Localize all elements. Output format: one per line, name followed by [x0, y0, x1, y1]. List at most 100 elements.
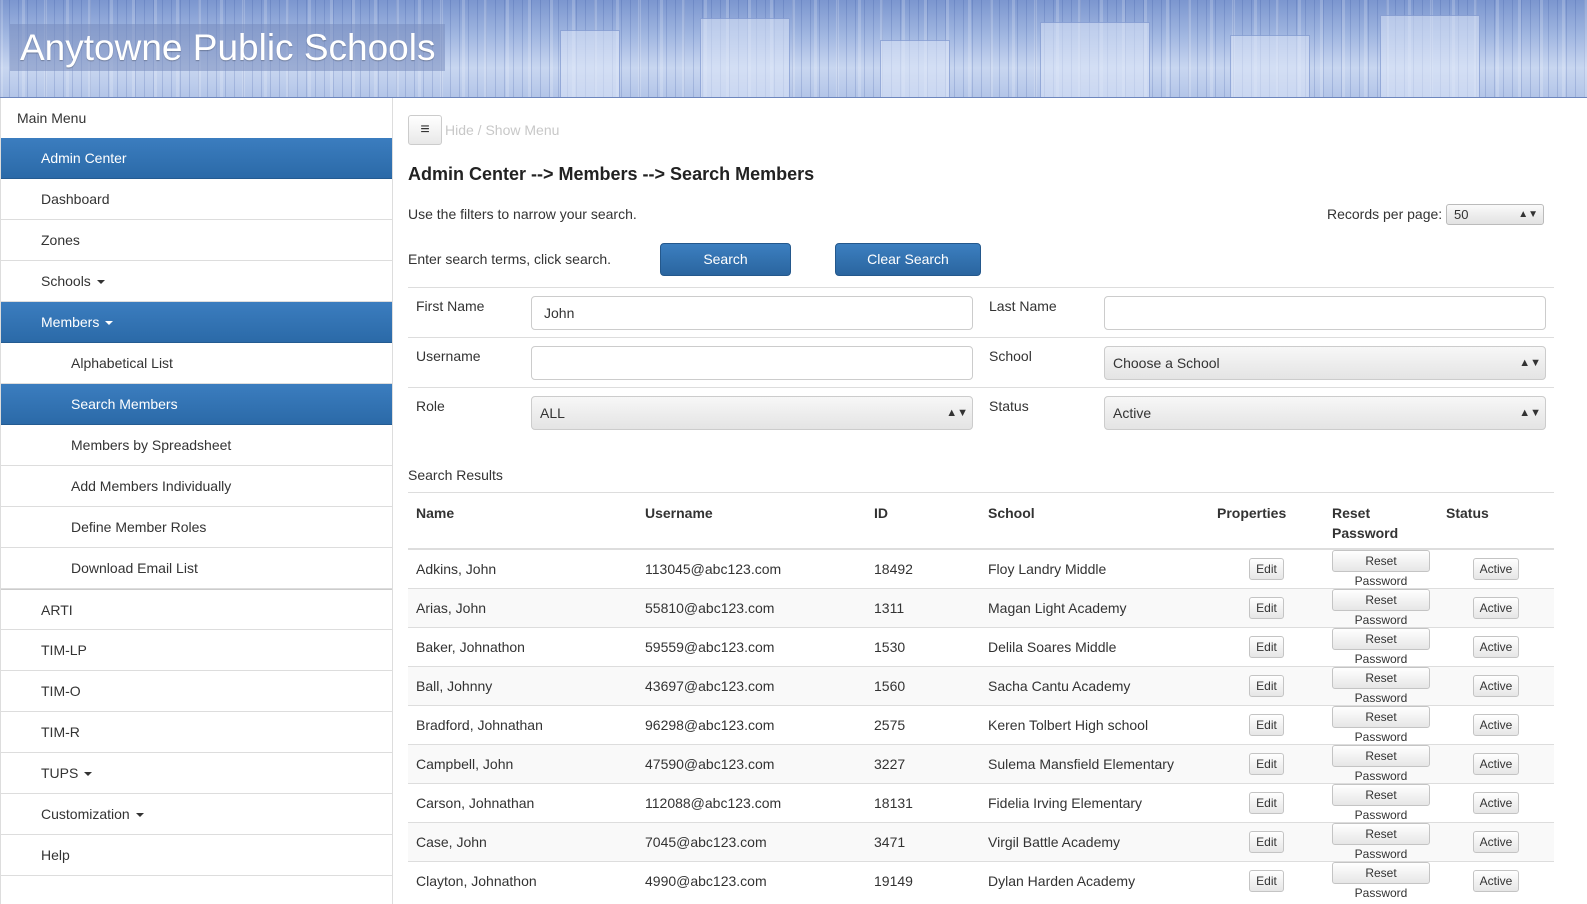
- filter-row: Role ALL ▲▼ Status Active ▲▼: [408, 388, 1554, 438]
- school-select[interactable]: Choose a School ▲▼: [1104, 346, 1546, 380]
- records-per-page-select[interactable]: 50 ▲▼: [1446, 204, 1544, 225]
- edit-button-cell: Edit: [1209, 548, 1324, 588]
- sidebar-item-schools[interactable]: Schools: [1, 261, 392, 302]
- caret-down-icon: [96, 280, 105, 285]
- reset-password-button[interactable]: Reset Password: [1332, 783, 1430, 822]
- sidebar-item-members[interactable]: Members: [1, 302, 392, 343]
- caret-down-icon: [84, 772, 93, 777]
- sidebar-item-search-members[interactable]: Search Members: [1, 384, 392, 425]
- member-name-cell: Carson, Johnathan: [408, 782, 637, 822]
- reset-password-button[interactable]: Reset Password: [1332, 549, 1430, 588]
- member-id: 2575: [874, 716, 906, 733]
- member-username-cell: 7045@abc123.com: [637, 821, 866, 861]
- reset-password-button[interactable]: Reset Password: [1332, 666, 1430, 705]
- sidebar-item-admin-center[interactable]: Admin Center: [1, 138, 392, 179]
- member-username-cell: 112088@abc123.com: [637, 782, 866, 822]
- first-name-input[interactable]: John: [531, 296, 973, 330]
- sidebar-item-arti[interactable]: ARTI: [1, 589, 392, 630]
- reset-password-button[interactable]: Reset Password: [1332, 822, 1430, 861]
- column-header-school[interactable]: School: [980, 492, 1209, 550]
- sidebar-item-label: TUPS: [41, 765, 79, 781]
- edit-button[interactable]: Edit: [1249, 635, 1284, 658]
- reset-password-button[interactable]: Reset Password: [1332, 705, 1430, 744]
- username-label: Username: [416, 348, 481, 364]
- filter-row: First Name John Last Name: [408, 288, 1554, 338]
- sidebar-item-members-by-spreadsheet[interactable]: Members by Spreadsheet: [1, 425, 392, 466]
- member-name-cell: Baker, Johnathon: [408, 626, 637, 666]
- member-school-cell: Virgil Battle Academy: [980, 821, 1209, 861]
- column-header-status[interactable]: Status: [1438, 492, 1554, 550]
- role-select[interactable]: ALL ▲▼: [531, 396, 973, 430]
- sidebar-item-define-member-roles[interactable]: Define Member Roles: [1, 507, 392, 548]
- reset-password-button[interactable]: Reset Password: [1332, 588, 1430, 627]
- member-name: Baker, Johnathon: [416, 638, 525, 655]
- username-input[interactable]: [531, 346, 973, 380]
- sidebar-item-alphabetical-list[interactable]: Alphabetical List: [1, 343, 392, 384]
- status-button[interactable]: Active: [1472, 713, 1520, 736]
- filter-instructions: Use the filters to narrow your search.: [408, 206, 637, 222]
- status-button[interactable]: Active: [1472, 596, 1520, 619]
- status-button-cell: Active: [1438, 782, 1554, 822]
- member-name: Campbell, John: [416, 755, 514, 772]
- edit-button[interactable]: Edit: [1249, 557, 1284, 580]
- reset-password-button[interactable]: Reset Password: [1332, 861, 1430, 900]
- clear-search-terms-button[interactable]: Clear Search Terms: [835, 243, 981, 298]
- status-button[interactable]: Active: [1472, 557, 1520, 580]
- status-button[interactable]: Active: [1472, 830, 1520, 853]
- member-id-cell: 1560: [866, 665, 980, 705]
- column-header-username[interactable]: Username: [637, 492, 866, 550]
- table-row: Case, John 7045@abc123.com 3471 Virgil Batt…: [408, 821, 1554, 861]
- edit-button[interactable]: Edit: [1249, 674, 1284, 697]
- menu-toggle-label[interactable]: Hide / Show Menu: [445, 122, 559, 138]
- last-name-input[interactable]: [1104, 296, 1546, 330]
- member-username: 55810@abc123.com: [645, 599, 775, 616]
- sidebar-item-help[interactable]: Help: [1, 835, 392, 876]
- member-school: Sacha Cantu Academy: [988, 677, 1131, 694]
- member-id: 3227: [874, 755, 906, 772]
- member-school-cell: Dylan Harden Academy: [980, 860, 1209, 900]
- column-header-id[interactable]: ID: [866, 492, 980, 550]
- status-button[interactable]: Active: [1472, 752, 1520, 775]
- sidebar-item-tim-lp[interactable]: TIM-LP: [1, 630, 392, 671]
- sidebar-item-zones[interactable]: Zones: [1, 220, 392, 261]
- search-results-heading: Search Results: [408, 467, 503, 483]
- status-button[interactable]: Active: [1472, 869, 1520, 892]
- member-school-cell: Fidelia Irving Elementary: [980, 782, 1209, 822]
- sidebar-item-customization[interactable]: Customization: [1, 794, 392, 835]
- member-name-cell: Bradford, Johnathan: [408, 704, 637, 744]
- member-name-cell: Ball, Johnny: [408, 665, 637, 705]
- reset-password-button[interactable]: Reset Password: [1332, 744, 1430, 783]
- reset-password-button-cell: Reset Password: [1324, 704, 1438, 744]
- school-select-value: Choose a School: [1113, 355, 1220, 371]
- sidebar-item-dashboard[interactable]: Dashboard: [1, 179, 392, 220]
- edit-button[interactable]: Edit: [1249, 752, 1284, 775]
- member-username-cell: 4990@abc123.com: [637, 860, 866, 900]
- status-select[interactable]: Active ▲▼: [1104, 396, 1546, 430]
- edit-button[interactable]: Edit: [1249, 596, 1284, 619]
- status-button-cell: Active: [1438, 704, 1554, 744]
- edit-button[interactable]: Edit: [1249, 830, 1284, 853]
- sidebar-item-tim-r[interactable]: TIM-R: [1, 712, 392, 753]
- column-header-name[interactable]: Name: [408, 492, 637, 550]
- edit-button[interactable]: Edit: [1249, 869, 1284, 892]
- sidebar-item-label: TIM-R: [41, 724, 80, 740]
- member-school: Dylan Harden Academy: [988, 872, 1136, 889]
- site-title[interactable]: Anytowne Public Schools: [20, 24, 435, 71]
- sidebar-item-label: Dashboard: [41, 191, 110, 207]
- edit-button-cell: Edit: [1209, 821, 1324, 861]
- menu-toggle-button[interactable]: ≡: [408, 115, 442, 145]
- member-school: Keren Tolbert High school: [988, 716, 1149, 733]
- reset-password-button[interactable]: Reset Password: [1332, 627, 1430, 666]
- sidebar-item-tim-o[interactable]: TIM-O: [1, 671, 392, 712]
- status-button[interactable]: Active: [1472, 674, 1520, 697]
- sidebar-item-download-email-list[interactable]: Download Email List: [1, 548, 392, 589]
- sidebar-item-add-members-individually[interactable]: Add Members Individually: [1, 466, 392, 507]
- sidebar-item-tups[interactable]: TUPS: [1, 753, 392, 794]
- table-row: Campbell, John 47590@abc123.com 3227 Sulema…: [408, 743, 1554, 783]
- edit-button[interactable]: Edit: [1249, 791, 1284, 814]
- status-button[interactable]: Active: [1472, 791, 1520, 814]
- status-button[interactable]: Active: [1472, 635, 1520, 658]
- search-members-button[interactable]: Search Members: [660, 243, 791, 298]
- edit-button[interactable]: Edit: [1249, 713, 1284, 736]
- member-school: Delila Soares Middle: [988, 638, 1117, 655]
